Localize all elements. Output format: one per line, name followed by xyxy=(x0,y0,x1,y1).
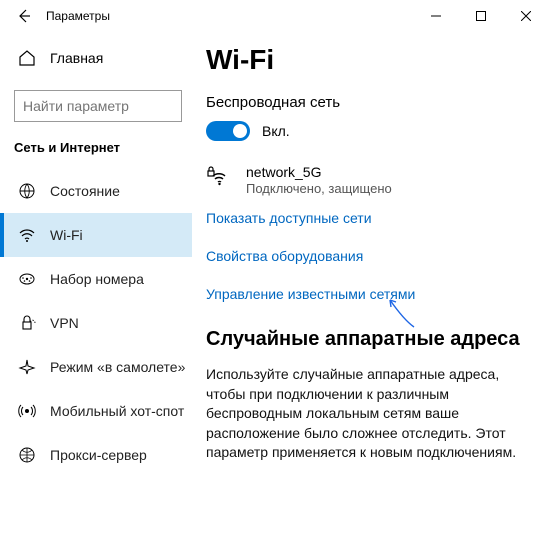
show-available-networks-link[interactable]: Показать доступные сети xyxy=(206,210,540,226)
search-input[interactable] xyxy=(23,98,204,114)
main-content: Wi-Fi Беспроводная сеть Вкл. network_5G xyxy=(196,32,548,541)
home-label: Главная xyxy=(50,50,103,66)
toggle-state-label: Вкл. xyxy=(262,123,290,139)
nav-item-dialup[interactable]: Набор номера xyxy=(0,257,192,301)
nav-label: Режим «в самолете» xyxy=(50,359,185,375)
maximize-icon xyxy=(476,11,486,21)
manage-known-networks-link[interactable]: Управление известными сетями xyxy=(206,286,540,302)
home-icon xyxy=(18,49,36,67)
nav-label: Состояние xyxy=(50,183,120,199)
airplane-icon xyxy=(18,358,36,376)
nav-label: Мобильный хот-спот xyxy=(50,403,184,419)
window-title: Параметры xyxy=(40,9,110,23)
network-name: network_5G xyxy=(246,163,392,181)
page-title: Wi-Fi xyxy=(206,44,540,76)
minimize-icon xyxy=(431,11,441,21)
back-button[interactable] xyxy=(8,0,40,32)
nav-item-proxy[interactable]: Прокси-сервер xyxy=(0,433,192,477)
nav-item-hotspot[interactable]: Мобильный хот-спот xyxy=(0,389,192,433)
wireless-label: Беспроводная сеть xyxy=(206,94,540,111)
nav-item-status[interactable]: Состояние xyxy=(0,169,192,213)
hotspot-icon xyxy=(18,402,36,420)
titlebar: Параметры xyxy=(0,0,548,32)
nav-label: Набор номера xyxy=(50,271,144,287)
dialup-icon xyxy=(18,270,36,288)
status-icon xyxy=(18,182,36,200)
nav-label: Wi-Fi xyxy=(50,227,83,243)
nav-label: Прокси-сервер xyxy=(50,447,147,463)
home-button[interactable]: Главная xyxy=(0,38,192,78)
nav-label: VPN xyxy=(50,315,79,331)
close-button[interactable] xyxy=(503,0,548,32)
sidebar-heading: Сеть и Интернет xyxy=(0,140,192,155)
vpn-icon xyxy=(18,314,36,332)
arrow-left-icon xyxy=(16,8,32,24)
minimize-button[interactable] xyxy=(413,0,458,32)
search-box[interactable] xyxy=(14,90,182,122)
network-status: Подключено, защищено xyxy=(246,181,392,198)
nav-item-airplane[interactable]: Режим «в самолете» xyxy=(0,345,192,389)
proxy-icon xyxy=(18,446,36,464)
close-icon xyxy=(521,11,531,21)
maximize-button[interactable] xyxy=(458,0,503,32)
wifi-icon xyxy=(18,226,36,244)
hardware-properties-link[interactable]: Свойства оборудования xyxy=(206,248,540,264)
wifi-secure-icon xyxy=(206,163,232,189)
nav-item-wifi[interactable]: Wi-Fi xyxy=(0,213,192,257)
random-addresses-description: Используйте случайные аппаратные адреса,… xyxy=(206,365,540,463)
sidebar: Главная Сеть и Интернет Состояние xyxy=(0,32,196,541)
wifi-toggle[interactable] xyxy=(206,121,250,141)
connected-network[interactable]: network_5G Подключено, защищено xyxy=(206,163,540,198)
nav-item-vpn[interactable]: VPN xyxy=(0,301,192,345)
random-addresses-title: Случайные аппаратные адреса xyxy=(206,328,540,351)
